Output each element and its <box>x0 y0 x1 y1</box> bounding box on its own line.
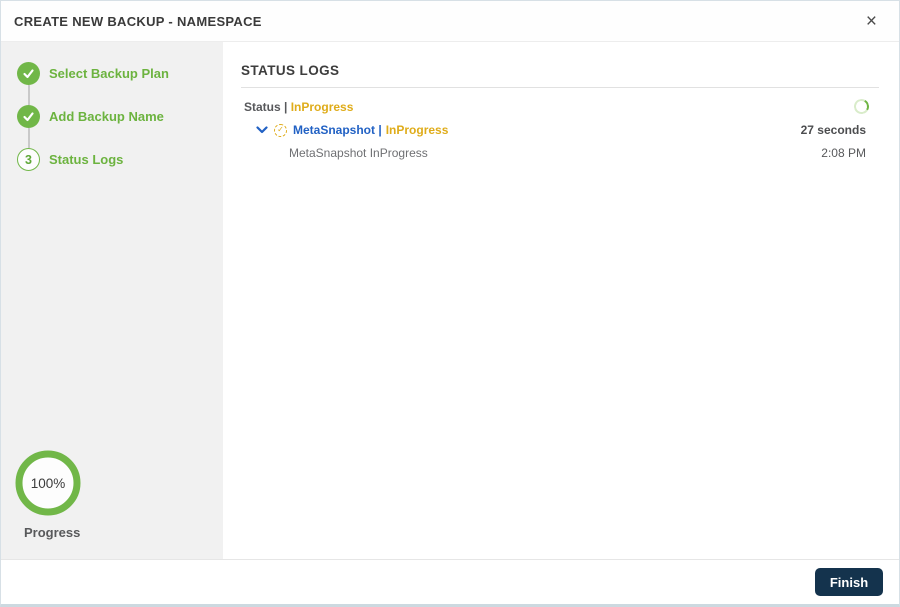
progress-indicator: 100% Progress <box>14 449 104 540</box>
step-connector <box>28 85 30 105</box>
panel-heading: STATUS LOGS <box>241 63 340 78</box>
step-label: Status Logs <box>49 152 124 167</box>
check-circle-icon <box>17 62 40 85</box>
close-icon[interactable]: × <box>862 10 881 33</box>
status-value: InProgress <box>290 99 354 114</box>
modal-header: CREATE NEW BACKUP - NAMESPACE × <box>1 1 899 42</box>
log-detail-row: MetaSnapshot InProgress 2:08 PM <box>241 146 879 160</box>
progress-label: Progress <box>24 525 81 540</box>
log-entry-duration: 27 seconds <box>800 123 866 137</box>
finish-button[interactable]: Finish <box>815 568 883 596</box>
step-label: Add Backup Name <box>49 109 164 124</box>
chevron-down-icon[interactable] <box>256 126 268 134</box>
status-prefix: Status | <box>244 99 288 114</box>
step-status-logs[interactable]: 3 Status Logs <box>17 148 223 171</box>
divider <box>241 87 879 88</box>
status-summary-row: Status | InProgress <box>241 97 879 116</box>
step-connector <box>28 128 30 148</box>
step-select-backup-plan[interactable]: Select Backup Plan <box>17 62 223 85</box>
log-entry-row[interactable]: ✓ MetaSnapshot | InProgress 27 seconds <box>241 123 879 137</box>
pending-check-badge-icon: ✓ <box>274 123 287 137</box>
create-backup-modal: CREATE NEW BACKUP - NAMESPACE × Select B… <box>0 0 900 607</box>
step-add-backup-name[interactable]: Add Backup Name <box>17 105 223 128</box>
modal-title: CREATE NEW BACKUP - NAMESPACE <box>14 13 262 29</box>
modal-body: Select Backup Plan Add Backup Name 3 Sta… <box>1 42 899 559</box>
status-summary: Status | InProgress <box>241 100 353 114</box>
log-detail-time: 2:08 PM <box>821 146 866 160</box>
check-circle-icon <box>17 105 40 128</box>
loading-spinner-icon <box>852 97 871 116</box>
step-number-circle: 3 <box>17 148 40 171</box>
log-entry-status: InProgress <box>385 123 449 137</box>
progress-percent: 100% <box>30 475 66 491</box>
log-entry-name: MetaSnapshot | <box>293 123 382 137</box>
modal-footer: Finish <box>1 559 899 604</box>
log-detail-text: MetaSnapshot InProgress <box>289 146 428 160</box>
step-label: Select Backup Plan <box>49 66 169 81</box>
wizard-sidebar: Select Backup Plan Add Backup Name 3 Sta… <box>1 42 223 559</box>
status-logs-panel: STATUS LOGS Status | InProgress ✓ MetaSn… <box>223 42 899 559</box>
